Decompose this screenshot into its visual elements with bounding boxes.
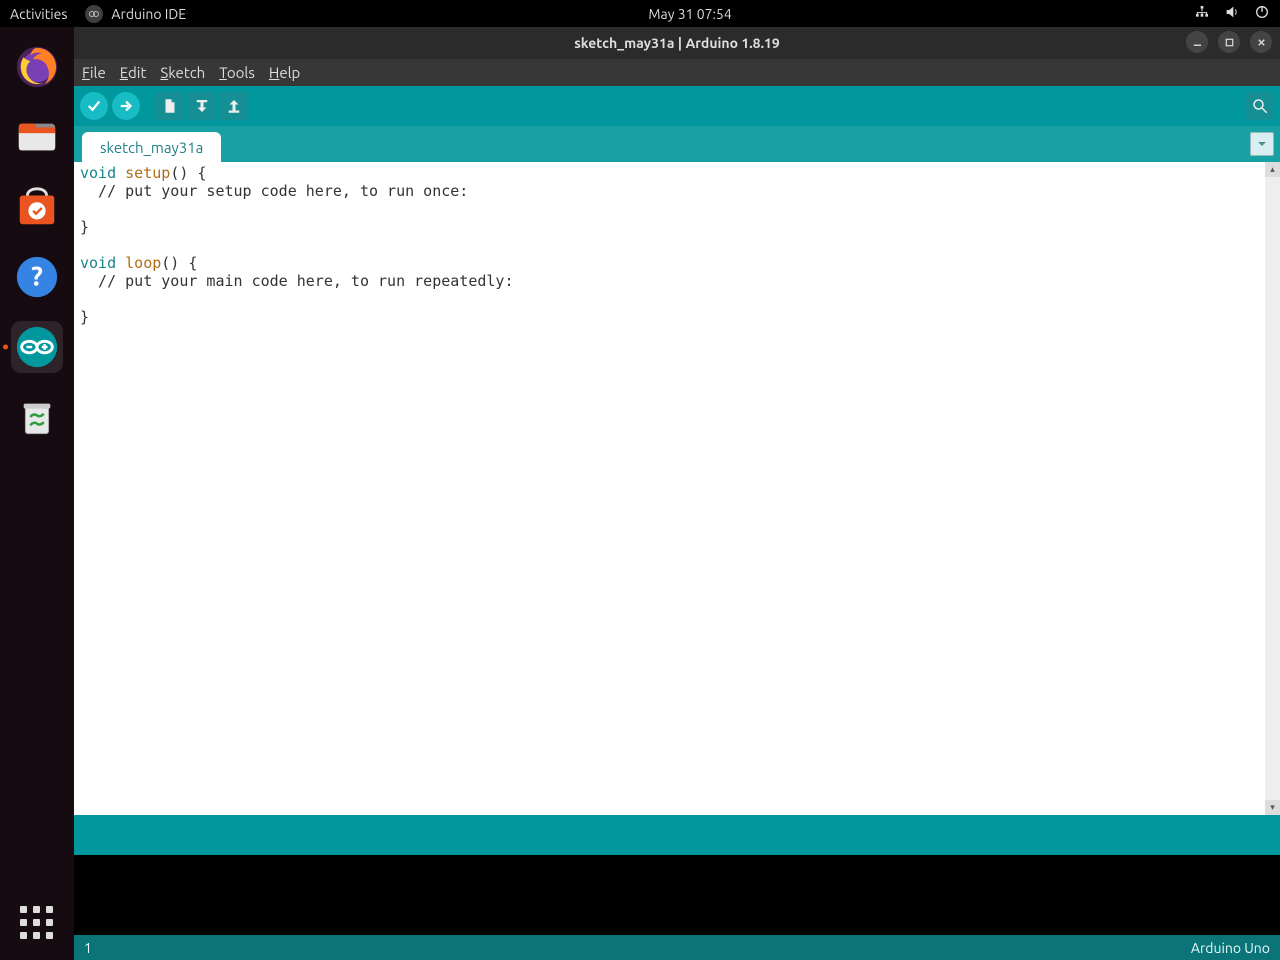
window-minimize-button[interactable] (1186, 31, 1208, 53)
save-button[interactable] (220, 92, 248, 120)
dock-arduino[interactable] (11, 321, 63, 373)
menu-edit[interactable]: Edit (120, 64, 147, 81)
line-number: 1 (84, 940, 92, 956)
app-name-label: Arduino IDE (111, 6, 186, 22)
footer-bar: 1 Arduino Uno (74, 935, 1280, 960)
output-console[interactable] (74, 855, 1280, 935)
activities-button[interactable]: Activities (10, 6, 67, 22)
dock-software[interactable] (11, 181, 63, 233)
board-label: Arduino Uno (1191, 940, 1270, 956)
power-icon[interactable] (1254, 4, 1270, 23)
menu-file[interactable]: File (82, 64, 106, 81)
ubuntu-dock: ? (0, 27, 74, 960)
menubar: File Edit Sketch Tools Help (74, 59, 1280, 86)
window-titlebar: sketch_may31a | Arduino 1.8.19 (74, 27, 1280, 59)
network-icon[interactable] (1194, 4, 1210, 23)
tab-strip: sketch_may31a (74, 126, 1280, 162)
tab-menu-dropdown[interactable] (1250, 132, 1274, 156)
tab-sketch[interactable]: sketch_may31a (82, 132, 221, 162)
open-button[interactable] (188, 92, 216, 120)
status-strip (74, 815, 1280, 855)
dock-show-apps[interactable] (0, 906, 74, 940)
menu-sketch[interactable]: Sketch (160, 64, 205, 81)
scroll-up-icon[interactable]: ▴ (1265, 162, 1280, 177)
dock-files[interactable] (11, 111, 63, 163)
new-button[interactable] (156, 92, 184, 120)
editor-area: void setup() { // put your setup code he… (74, 162, 1280, 815)
upload-button[interactable] (112, 92, 140, 120)
arduino-window: sketch_may31a | Arduino 1.8.19 File Edit… (74, 27, 1280, 960)
window-title: sketch_may31a | Arduino 1.8.19 (574, 35, 780, 51)
code-editor[interactable]: void setup() { // put your setup code he… (74, 162, 1265, 815)
serial-monitor-button[interactable] (1246, 92, 1274, 120)
menu-help[interactable]: Help (269, 64, 300, 81)
gnome-topbar: Activities Arduino IDE May 31 07:54 (0, 0, 1280, 27)
dock-firefox[interactable] (11, 41, 63, 93)
editor-scrollbar[interactable]: ▴ ▾ (1265, 162, 1280, 815)
arduino-app-icon (85, 5, 103, 23)
arduino-toolbar (74, 86, 1280, 126)
scroll-down-icon[interactable]: ▾ (1265, 800, 1280, 815)
verify-button[interactable] (80, 92, 108, 120)
window-close-button[interactable] (1250, 31, 1272, 53)
volume-icon[interactable] (1224, 4, 1240, 23)
menu-tools[interactable]: Tools (219, 64, 255, 81)
topbar-clock[interactable]: May 31 07:54 (648, 6, 731, 22)
app-menu[interactable]: Arduino IDE (85, 5, 186, 23)
dock-help[interactable]: ? (11, 251, 63, 303)
svg-text:?: ? (31, 262, 43, 292)
window-maximize-button[interactable] (1218, 31, 1240, 53)
dock-trash[interactable] (11, 391, 63, 443)
